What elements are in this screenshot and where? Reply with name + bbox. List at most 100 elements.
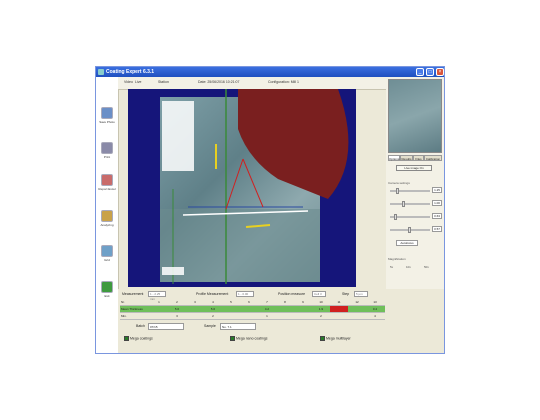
table-row: Min. 3 2 1 2 4 [120, 313, 385, 320]
measurement-label: Measurement [122, 292, 144, 296]
measurement-legend [162, 101, 194, 171]
slider-handle[interactable] [402, 201, 405, 207]
tab-live[interactable]: Live [135, 80, 141, 84]
slider-value[interactable]: 0.63 [432, 213, 442, 219]
microscope-image-view[interactable] [128, 89, 356, 287]
date-readout: Date: 25/06/2016 10:21:07 [198, 80, 240, 84]
coating-options: Mega coatings Mega nano coatings Mega mu… [120, 335, 442, 343]
checkbox-mega-coatings[interactable]: Mega coatings [124, 336, 153, 341]
table-cell: 5 [230, 300, 232, 304]
magnification-option[interactable]: 10x [406, 265, 411, 269]
checkbox-icon [124, 336, 129, 341]
slider-handle[interactable] [408, 227, 411, 233]
table-cell: 2 [212, 314, 214, 318]
table-cell [150, 306, 168, 312]
maximize-button[interactable]: □ [426, 68, 434, 76]
checkbox-icon [320, 336, 325, 341]
red-measure-line-2 [242, 158, 264, 208]
magnification-option[interactable]: 50x [424, 265, 429, 269]
row-header: Nr. [121, 300, 125, 304]
table-cell: 7 [266, 300, 268, 304]
measurement-controls: Measurement 1 - 2.25 mm Profile Measurem… [120, 290, 442, 301]
profile-select[interactable]: 1 - 0.00 [236, 291, 254, 297]
checkbox-mega-multilayer[interactable]: Mega multilayer [320, 336, 351, 341]
app-icon [98, 69, 104, 75]
table-cell [330, 313, 348, 319]
close-button[interactable]: × [436, 68, 444, 76]
table-cell [330, 306, 348, 312]
measurement-select[interactable]: 1 - 2.25 mm [148, 291, 166, 301]
step-label: Step [342, 292, 350, 296]
slider-track[interactable] [390, 203, 430, 205]
configuration-readout: Configuration: Mill 1 [268, 80, 299, 84]
table-cell [186, 306, 204, 312]
sidebar-item-report[interactable]: Report Excel [97, 174, 117, 191]
sidebar-item-print[interactable]: Print [97, 142, 117, 159]
checkbox-mega-nano[interactable]: Mega nano coatings [230, 336, 268, 341]
magnification-option[interactable]: 5x [390, 265, 393, 269]
printer-icon [101, 142, 113, 154]
slider-value[interactable]: 1.00 [432, 200, 442, 206]
table-cell: 4 [212, 300, 214, 304]
table-cell: 1.9 [318, 307, 324, 311]
table-cell: 3 [194, 300, 196, 304]
minimize-button[interactable]: _ [416, 68, 424, 76]
table-cell: 1 [158, 300, 160, 304]
sidebar-item-label: Print [103, 155, 111, 159]
table-cell: 5.6 [174, 307, 180, 311]
table-cell [348, 306, 366, 312]
sidebar-item-analyzing[interactable]: Analyzing [97, 210, 117, 227]
table-row: Nr. 1 2 3 4 5 6 7 8 9 10 11 12 13 [120, 299, 385, 306]
batch-field[interactable]: 07/15 [148, 323, 184, 330]
red-measure-line [225, 158, 244, 210]
table-row: Mean Thickness 5.6 5.6 4.2 1.9 0.4 [120, 306, 385, 313]
table-cell [132, 313, 150, 319]
sidebar-item-save-photo[interactable]: Save Photo [97, 107, 117, 124]
checkbox-label: Mega nano coatings [236, 336, 268, 341]
slider-value[interactable]: 1.25 [432, 187, 442, 193]
slider-handle[interactable] [394, 214, 397, 220]
sidebar-item-label: Analyzing [100, 223, 114, 227]
table-cell: 2 [176, 300, 178, 304]
save-photo-icon [101, 107, 113, 119]
measurement-overlay [160, 89, 349, 284]
sidebar-item-label: Save Photo [99, 120, 115, 124]
overview-thumbnail[interactable] [388, 79, 442, 153]
table-cell [132, 299, 150, 305]
tab-files[interactable]: Files [413, 155, 424, 161]
table-cell [186, 313, 204, 319]
sidebar-item-grid[interactable]: Grid [97, 245, 117, 262]
grid-icon [101, 245, 113, 257]
table-cell [276, 313, 294, 319]
tab-station[interactable]: Station [158, 80, 169, 84]
tab-video[interactable]: Video [124, 80, 133, 84]
live-image-button[interactable]: Live image On [396, 165, 432, 171]
report-icon [101, 174, 113, 186]
window-title: Coating Expert 6.3.1 [106, 69, 155, 75]
application-window: Coating Expert 6.3.1 _ □ × Save Photo Pr… [95, 66, 445, 354]
table-cell [294, 306, 312, 312]
step-select[interactable]: 5 µm [354, 291, 368, 297]
tab-results[interactable]: Results [400, 155, 413, 161]
table-cell: 2 [320, 314, 322, 318]
sample-label: Sample [204, 324, 216, 328]
camera-settings-label: Camera settings [388, 181, 410, 185]
sidebar-item-exit[interactable]: Exit [97, 281, 117, 298]
results-table: Nr. 1 2 3 4 5 6 7 8 9 10 11 12 13 Mean Thickness 5.6 5.6… [120, 299, 385, 320]
table-cell: 12 [355, 300, 359, 304]
right-panel: Options Results Files Calibration Live i… [386, 77, 444, 292]
tab-calibration[interactable]: Calibration [424, 155, 442, 161]
batch-label: Batch [136, 324, 145, 328]
autofocus-button[interactable]: Autofocus [396, 240, 418, 246]
table-cell: 9 [302, 300, 304, 304]
position-select[interactable]: Cell 3 [312, 291, 326, 297]
table-cell: 13 [373, 300, 377, 304]
table-cell [240, 313, 258, 319]
slider-value[interactable]: 0.57 [432, 226, 442, 232]
table-cell: 3 [176, 314, 178, 318]
slider-handle[interactable] [396, 188, 399, 194]
tab-options[interactable]: Options [388, 155, 400, 161]
table-cell: 11 [337, 300, 341, 304]
sample-field[interactable]: No. 7.1 [220, 323, 256, 330]
profile-label: Profile Measurement [196, 292, 229, 296]
